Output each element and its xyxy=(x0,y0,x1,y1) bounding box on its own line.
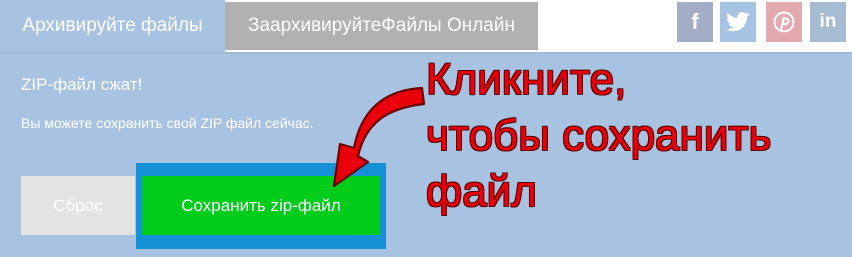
facebook-share-button[interactable]: f xyxy=(677,2,713,42)
zip-compressed-title: ZIP-файл сжат! xyxy=(21,75,143,94)
click-to-save-callout: Кликните, чтобы сохранить файл xyxy=(426,52,846,220)
zip-save-hint: Вы можете сохранить свой ZIP файл сейчас… xyxy=(21,115,314,131)
pinterest-icon xyxy=(773,11,795,33)
pinterest-share-button[interactable] xyxy=(766,2,802,42)
callout-line-2: чтобы сохранить xyxy=(426,111,772,160)
tab-zip-files-online[interactable]: ЗаархивируйтеФайлы Онлайн xyxy=(225,2,538,50)
callout-line-1: Кликните, xyxy=(426,55,627,104)
tab-label: ЗаархивируйтеФайлы Онлайн xyxy=(248,15,515,36)
tab-label: Архивируйте файлы xyxy=(22,15,203,36)
pointer-arrow-icon xyxy=(332,86,426,188)
callout-line-3: файл xyxy=(426,167,537,216)
tab-bar: Архивируйте файлы ЗаархивируйтеФайлы Онл… xyxy=(0,0,852,52)
twitter-icon xyxy=(726,12,750,32)
facebook-icon: f xyxy=(691,9,699,34)
twitter-share-button[interactable] xyxy=(720,2,756,42)
tab-archive-files[interactable]: Архивируйте файлы xyxy=(0,0,225,52)
linkedin-share-button[interactable]: in xyxy=(810,2,846,42)
linkedin-icon: in xyxy=(819,11,837,32)
reset-button[interactable]: Сброс xyxy=(21,176,135,235)
